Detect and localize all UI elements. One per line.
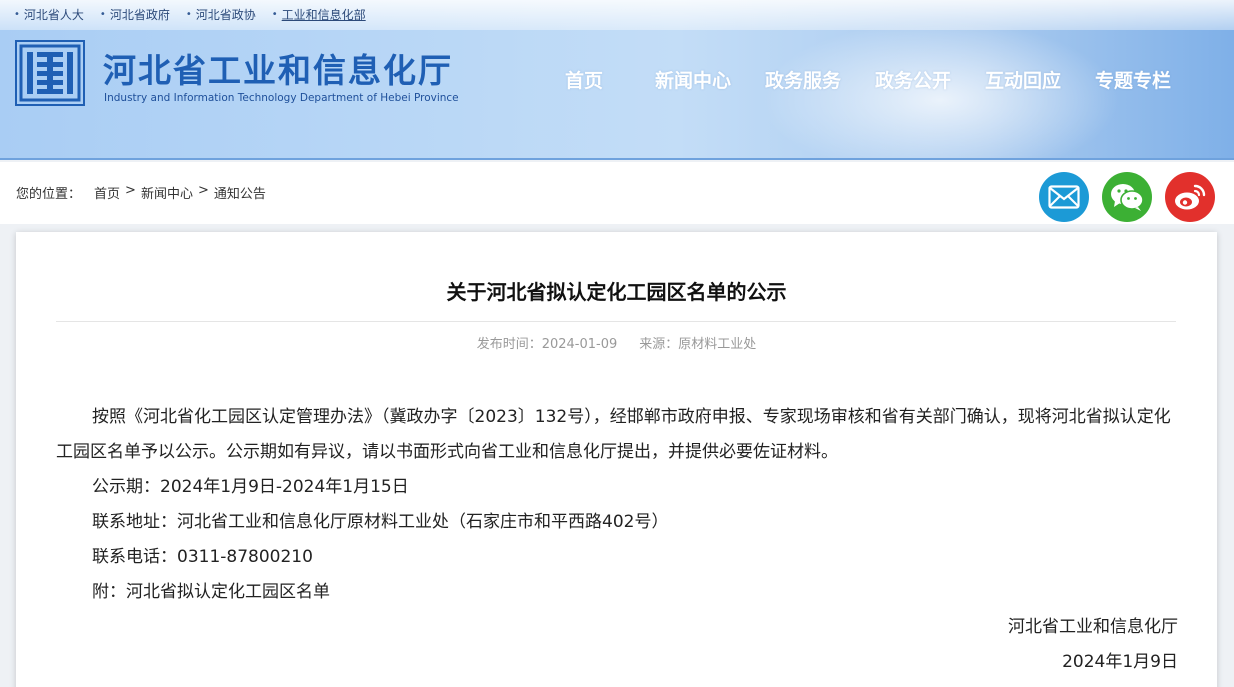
weibo-icon (1175, 184, 1206, 210)
article-panel: 关于河北省拟认定化工园区名单的公示 发布时间：2024-01-09 来源：原材料工… (16, 232, 1217, 687)
source-label: 来源： (639, 337, 679, 352)
nav-home[interactable]: 首页 (565, 66, 655, 93)
site-header: • 河北省人大 • 河北省政府 • 河北省政协 • 工业和信息化部 河北省工业和信息化厅… (0, 0, 1234, 160)
main-nav: 首页 新闻中心 政务服务 政务公开 互动回应 专题专栏 (565, 66, 1185, 93)
nav-news-center[interactable]: 新闻中心 (655, 66, 765, 93)
breadcrumb-prefix: 您的位置： (16, 187, 82, 202)
nav-interaction[interactable]: 互动回应 (985, 66, 1095, 93)
breadcrumb-news-center[interactable]: 新闻中心 (141, 183, 193, 202)
article-paragraph: 按照《河北省化工园区认定管理办法》（冀政办字〔2023〕132号），经邯郸市政府… (56, 407, 1171, 462)
breadcrumb-bar: 您的位置： 首页 > 新闻中心 > 通知公告 (0, 162, 1234, 224)
site-subtitle: Industry and Information Technology Depa… (104, 92, 459, 104)
breadcrumb-notices[interactable]: 通知公告 (214, 183, 266, 202)
article-paragraph: 联系电话：0311-87800210 (92, 547, 313, 567)
breadcrumb-separator: > (125, 183, 136, 198)
source-value: 原材料工业处 (678, 337, 757, 352)
breadcrumb-home[interactable]: 首页 (94, 183, 120, 202)
article-meta: 发布时间：2024-01-09 来源：原材料工业处 (16, 333, 1217, 352)
attachment-link[interactable]: 附：河北省拟认定化工园区名单 (56, 575, 1178, 610)
top-link-government[interactable]: • 河北省政府 (100, 5, 170, 23)
title-divider (56, 321, 1176, 322)
article-paragraph: 公示期：2024年1月9日-2024年1月15日 (92, 477, 409, 497)
wechat-icon (1111, 184, 1144, 211)
breadcrumb-separator: > (197, 183, 209, 198)
nav-special-topics[interactable]: 专题专栏 (1095, 66, 1185, 93)
share-weibo-button[interactable] (1165, 172, 1215, 222)
sign-date: 2024年1月9日 (1062, 652, 1178, 672)
publish-date: 2024-01-09 (541, 337, 618, 352)
site-title[interactable]: 河北省工业和信息化厅 (103, 44, 453, 92)
share-mail-button[interactable] (1039, 172, 1089, 222)
mail-icon (1048, 185, 1080, 209)
top-link-cppcc[interactable]: • 河北省政协 (186, 5, 256, 23)
share-buttons (1039, 172, 1215, 222)
nav-government-services[interactable]: 政务服务 (765, 66, 875, 93)
department-logo-icon[interactable] (15, 40, 85, 106)
top-links: • 河北省人大 • 河北省政府 • 河北省政协 • 工业和信息化部 (14, 5, 366, 23)
top-link-npc[interactable]: • 河北省人大 (14, 5, 84, 23)
share-wechat-button[interactable] (1102, 172, 1152, 222)
article-body: 按照《河北省化工园区认定管理办法》（冀政办字〔2023〕132号），经邯郸市政府… (56, 400, 1178, 680)
article-title: 关于河北省拟认定化工园区名单的公示 (446, 280, 787, 304)
nav-public-affairs[interactable]: 政务公开 (875, 66, 985, 93)
breadcrumb: 您的位置： 首页 > 新闻中心 > 通知公告 (16, 183, 266, 202)
publish-label: 发布时间： (476, 337, 542, 352)
article-paragraph: 联系地址：河北省工业和信息化厅原材料工业处（石家庄市和平西路402号） (92, 512, 669, 532)
signature: 河北省工业和信息化厅 (1008, 617, 1178, 637)
top-link-miit[interactable]: • 工业和信息化部 (272, 5, 366, 23)
